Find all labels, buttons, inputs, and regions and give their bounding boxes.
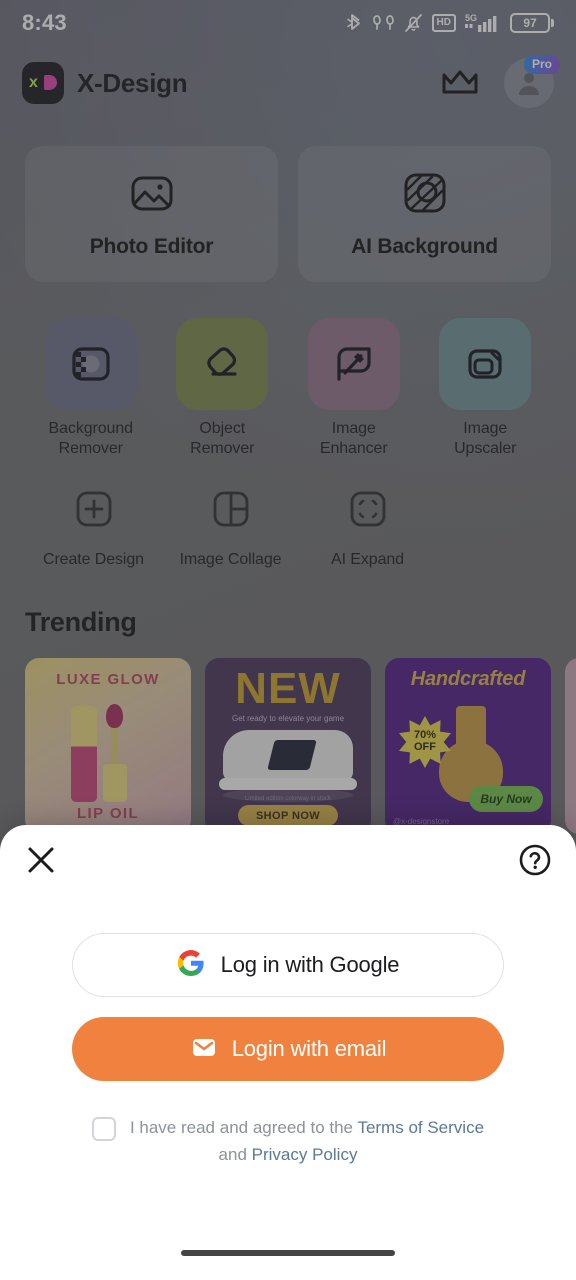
plus-square-icon bbox=[48, 478, 140, 540]
hero-card-label: Photo Editor bbox=[89, 234, 214, 258]
hd-icon: HD bbox=[431, 14, 456, 32]
envelope-icon bbox=[190, 1033, 218, 1066]
terms-line-1: I have read and agreed to the Terms of S… bbox=[91, 1115, 484, 1141]
help-circle-icon[interactable] bbox=[518, 843, 552, 882]
tool-label: Image Upscaler bbox=[454, 420, 517, 458]
shop-now-button[interactable]: SHOP NOW bbox=[238, 805, 338, 826]
tool-grid-row-2: Create Design Image Collage AI Expand bbox=[25, 478, 551, 570]
signal-5g-icon: 5G bbox=[465, 12, 501, 34]
hero-card-photo-editor[interactable]: Photo Editor bbox=[25, 146, 278, 282]
close-icon[interactable] bbox=[24, 843, 58, 882]
status-clock: 8:43 bbox=[22, 10, 67, 35]
tool-label: Object Remover bbox=[190, 420, 255, 458]
tool-image-enhancer[interactable]: Image Enhancer bbox=[288, 318, 420, 460]
buy-now-button[interactable]: Buy Now bbox=[469, 786, 543, 812]
email-login-button[interactable]: Login with email bbox=[72, 1017, 504, 1081]
trending-card-headline: NEW bbox=[235, 664, 341, 713]
tool-background-remover[interactable]: Background Remover bbox=[25, 318, 157, 460]
trending-card-lip-oil[interactable]: LUXE GLOW LIP OIL bbox=[25, 658, 191, 834]
app-title: X-Design bbox=[77, 67, 188, 98]
tool-label: Background Remover bbox=[48, 420, 134, 458]
collage-icon bbox=[185, 478, 277, 540]
terms-checkbox[interactable] bbox=[91, 1117, 116, 1141]
app-header: x X-Design Pro bbox=[0, 52, 576, 114]
trending-card-new-sneaker[interactable]: NEW Get ready to elevate your game Limit… bbox=[205, 658, 371, 834]
sneaker-stripe bbox=[267, 740, 317, 770]
google-login-label: Log in with Google bbox=[220, 952, 400, 977]
trending-card-subtitle: Get ready to elevate your game bbox=[231, 714, 345, 723]
terms-line-2: and Privacy Policy bbox=[219, 1145, 358, 1165]
trending-card-partial[interactable] bbox=[565, 658, 576, 834]
upscale-icon bbox=[439, 318, 532, 410]
bluetooth-icon bbox=[346, 13, 364, 33]
status-bar: 8:43 HD 5G 97 bbox=[0, 0, 576, 46]
pro-badge: Pro bbox=[523, 55, 560, 74]
trending-card-headline: Handcrafted bbox=[410, 668, 526, 690]
tool-object-remover[interactable]: Object Remover bbox=[157, 318, 289, 460]
tool-label: AI Expand bbox=[331, 551, 404, 568]
terms-of-service-link[interactable]: Terms of Service bbox=[357, 1118, 484, 1137]
home-indicator bbox=[181, 1250, 395, 1256]
tool-label: Create Design bbox=[43, 551, 144, 568]
eraser-icon bbox=[176, 318, 269, 410]
svg-text:5G: 5G bbox=[465, 13, 477, 23]
modal-header bbox=[0, 825, 576, 899]
tool-image-collage[interactable]: Image Collage bbox=[162, 478, 299, 570]
terms-prefix: I have read and agreed to the bbox=[129, 1118, 358, 1137]
ai-background-icon bbox=[402, 170, 448, 221]
trending-card-handcrafted[interactable]: Handcrafted 70% OFF Buy Now @x-designsto… bbox=[385, 658, 551, 834]
mute-bell-icon bbox=[404, 13, 423, 33]
lip-oil-wand bbox=[111, 722, 118, 764]
trending-card-bottom-text: LIP OIL bbox=[76, 805, 140, 822]
app-logo-icon: x bbox=[22, 62, 64, 104]
tool-grid-row-1: Background Remover Object Remover Image Enh… bbox=[25, 318, 551, 460]
terms-agreement: I have read and agreed to the Terms of S… bbox=[0, 1115, 576, 1165]
trending-card-top-text: LUXE GLOW bbox=[56, 671, 160, 688]
logo-x-glyph: x bbox=[29, 74, 38, 91]
email-login-label: Login with email bbox=[231, 1036, 387, 1061]
tool-ai-expand[interactable]: AI Expand bbox=[299, 478, 436, 570]
privacy-policy-link[interactable]: Privacy Policy bbox=[252, 1145, 358, 1164]
terms-text: I have read and agreed to the Terms of S… bbox=[130, 1115, 484, 1141]
trending-card-fineprint: Limited edition colorway in stock bbox=[244, 796, 332, 802]
logo-d-glyph bbox=[44, 75, 57, 90]
hero-card-label: AI Background bbox=[351, 234, 498, 258]
tool-create-design[interactable]: Create Design bbox=[25, 478, 162, 570]
background-remover-icon bbox=[44, 318, 137, 410]
earbuds-icon bbox=[372, 13, 395, 33]
lip-oil-cap bbox=[103, 764, 127, 802]
tool-image-upscaler[interactable]: Image Upscaler bbox=[420, 318, 552, 460]
google-icon bbox=[177, 949, 205, 982]
login-modal: Log in with Google Login with email I ha… bbox=[0, 825, 576, 1280]
ai-expand-icon bbox=[322, 478, 414, 540]
google-login-button[interactable]: Log in with Google bbox=[72, 933, 504, 997]
trending-carousel[interactable]: LUXE GLOW LIP OIL NEW Get ready to eleva… bbox=[25, 658, 576, 834]
photo-icon bbox=[129, 170, 175, 221]
terms-middle: and bbox=[218, 1145, 252, 1165]
hero-card-ai-background[interactable]: AI Background bbox=[298, 146, 551, 282]
lip-oil-tube bbox=[71, 706, 97, 802]
lip-oil-wand-tip bbox=[106, 704, 123, 728]
crown-icon[interactable] bbox=[440, 68, 480, 98]
status-icon-group: HD 5G 97 bbox=[346, 12, 554, 34]
hero-card-row: Photo Editor AI Background bbox=[25, 146, 551, 282]
battery-icon: 97 bbox=[510, 13, 554, 33]
avatar[interactable]: Pro bbox=[504, 55, 560, 108]
tool-label: Image Collage bbox=[179, 551, 282, 568]
trending-heading: Trending bbox=[25, 607, 137, 637]
magic-wand-icon bbox=[307, 318, 400, 410]
tool-label: Image Enhancer bbox=[319, 420, 388, 458]
